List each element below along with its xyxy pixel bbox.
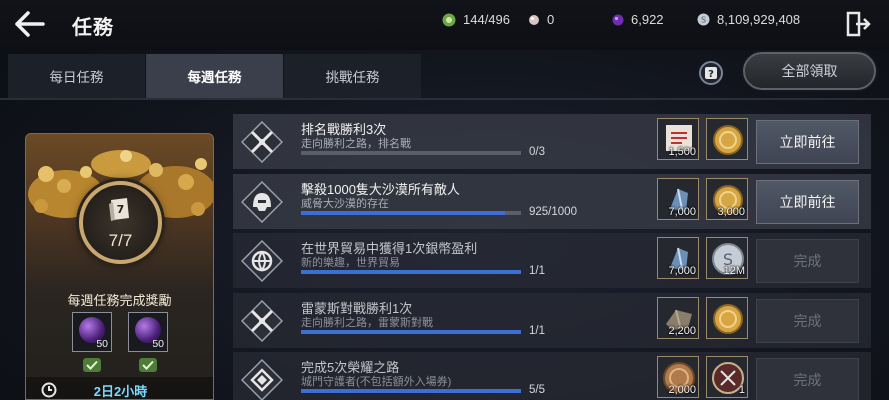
exit-door-icon xyxy=(846,11,871,37)
claimed-check-icon xyxy=(139,358,157,372)
mission-row: 排名戰勝利3次 走向勝利之路，排名戰 0/3 1,500 立即前往 xyxy=(233,114,871,169)
silver-coin-icon: S xyxy=(697,13,710,26)
reward-item[interactable]: 3,000 xyxy=(706,178,748,220)
mission-subtitle: 威脅大沙漠的存在 xyxy=(301,198,389,210)
mission-progress-bar xyxy=(301,330,521,334)
tab-weekly[interactable]: 每週任務 xyxy=(146,54,283,98)
reward-qty: 3,000 xyxy=(717,206,745,218)
tab-daily[interactable]: 每日任務 xyxy=(8,54,145,98)
mission-progress-text: 1/1 xyxy=(529,265,545,277)
mission-progress-text: 925/1000 xyxy=(529,206,577,218)
mission-progress-bar xyxy=(301,151,521,155)
back-button[interactable] xyxy=(14,10,46,38)
completed-button[interactable]: 完成 xyxy=(756,358,859,400)
reward-qty: 12M xyxy=(723,265,745,277)
mission-subtitle: 城門守護者(不包括額外入場券) xyxy=(301,376,452,388)
resource-pearl: 0 xyxy=(528,12,554,27)
claim-all-button[interactable]: 全部領取 xyxy=(743,52,876,90)
mission-progress-bar xyxy=(301,389,521,393)
mission-progress-text: 5/5 xyxy=(529,384,545,396)
helmet-icon xyxy=(241,181,283,223)
reset-timer: 2日2小時 xyxy=(26,377,213,399)
weekly-count: 7/7 xyxy=(108,231,133,250)
reset-timer-text: 2日2小時 xyxy=(93,384,148,399)
reward-item[interactable]: 2,000 xyxy=(657,356,699,398)
reward-qty: 7,000 xyxy=(668,206,696,218)
green-stamina-icon xyxy=(442,13,456,26)
reward-item[interactable]: 7,000 xyxy=(657,237,699,279)
crossed-swords-icon xyxy=(241,121,283,163)
svg-text:?: ? xyxy=(708,69,714,80)
reward-qty: 50 xyxy=(152,338,164,350)
stamina-value: 144/496 xyxy=(463,12,510,27)
svg-text:S: S xyxy=(701,16,706,25)
pearl-value: 0 xyxy=(547,12,555,27)
reward-item[interactable] xyxy=(706,118,748,160)
completion-medal: 7 7/7 xyxy=(79,181,162,264)
mission-row: 完成5次榮耀之路 城門守護者(不包括額外入場券) 5/5 2,000 1 完成 xyxy=(233,352,871,400)
gold-coin-icon xyxy=(713,304,743,334)
mission-book-icon: 7 xyxy=(109,198,129,221)
mission-tabs: 每日任務 每週任務 挑戰任務 xyxy=(8,54,422,98)
mission-progress-bar xyxy=(301,211,521,215)
reward-item[interactable]: 1 xyxy=(706,356,748,398)
mission-row: 擊殺1000隻大沙漠所有敵人 威脅大沙漠的存在 925/1000 7,000 3,000… xyxy=(233,174,871,229)
mission-progress-text: 0/3 xyxy=(529,146,545,158)
reward-qty: 7,000 xyxy=(668,265,696,277)
crossed-swords-icon xyxy=(241,300,283,342)
globe-trade-icon xyxy=(241,240,283,282)
silver-value: 8,109,929,408 xyxy=(717,12,801,27)
weekly-reward-card: 7 7/7 每週任務完成獎勵 50 50 2日2小時 xyxy=(25,133,214,400)
mission-subtitle: 新的樂趣，世界貿易 xyxy=(301,257,400,269)
reward-qty: 2,200 xyxy=(668,325,696,337)
mission-row: 雷蒙斯對戰勝利1次 走向勝利之路，雷蒙斯對戰 1/1 2,200 完成 xyxy=(233,293,871,348)
reward-qty: 1,500 xyxy=(668,146,696,158)
resource-stamina: 144/496 xyxy=(442,12,510,27)
svg-text:7: 7 xyxy=(117,203,125,216)
diamond-emblem-icon xyxy=(241,359,283,400)
purple-orb-icon xyxy=(612,14,624,25)
claimed-check-icon xyxy=(83,358,101,372)
resource-silver: S 8,109,929,408 xyxy=(697,12,800,27)
go-now-button[interactable]: 立即前往 xyxy=(756,120,859,164)
help-button[interactable]: ? xyxy=(699,61,723,85)
go-now-button[interactable]: 立即前往 xyxy=(756,180,859,224)
reward-qty: 1 xyxy=(738,384,745,396)
reward-item[interactable]: S 12M xyxy=(706,237,748,279)
back-arrow-icon xyxy=(15,11,45,37)
top-bar: 任務 144/496 0 6,922 S 8,109,929,408 xyxy=(0,0,889,50)
completed-button[interactable]: 完成 xyxy=(756,299,859,343)
mission-subtitle: 走向勝利之路，排名戰 xyxy=(301,138,411,150)
help-icon: ? xyxy=(705,67,717,80)
mission-progress-bar xyxy=(301,270,521,274)
reward-item[interactable] xyxy=(706,297,748,339)
tab-challenge[interactable]: 挑戰任務 xyxy=(284,54,421,98)
reward-slot[interactable]: 50 xyxy=(128,312,168,352)
tab-divider xyxy=(0,98,889,100)
completed-button[interactable]: 完成 xyxy=(756,239,859,283)
reward-item[interactable]: 2,200 xyxy=(657,297,699,339)
mission-subtitle: 走向勝利之路，雷蒙斯對戰 xyxy=(301,317,433,329)
gold-coin-icon xyxy=(713,125,743,155)
mission-progress-text: 1/1 xyxy=(529,325,545,337)
reward-qty: 2,000 xyxy=(668,384,696,396)
exit-button[interactable] xyxy=(845,11,871,37)
purple-orb-value: 6,922 xyxy=(631,12,664,27)
reward-qty: 50 xyxy=(96,338,108,350)
mission-row: 在世界貿易中獲得1次銀幣盈利 新的樂趣，世界貿易 1/1 7,000 S 12M 完成 xyxy=(233,233,871,288)
page-title: 任務 xyxy=(72,17,114,39)
reward-item[interactable]: 1,500 xyxy=(657,118,699,160)
reward-slot[interactable]: 50 xyxy=(72,312,112,352)
pearl-icon xyxy=(529,14,539,25)
weekly-reward-label: 每週任務完成獎勵 xyxy=(67,293,172,308)
reward-item[interactable]: 7,000 xyxy=(657,178,699,220)
resource-purple-orb: 6,922 xyxy=(612,12,664,27)
